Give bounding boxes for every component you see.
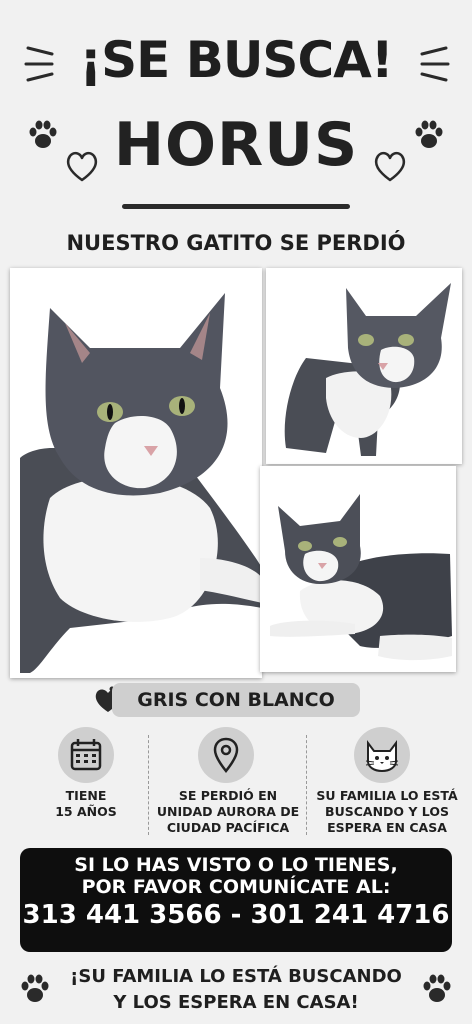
cat-name: HORUS: [113, 110, 359, 180]
cat-photo-lying: [260, 466, 456, 672]
info-age: TIENE 15 AÑOS: [26, 788, 146, 820]
contact-box: SI LO HAS VISTO O LO TIENES, POR FAVOR C…: [20, 848, 452, 952]
info-text: SE PERDIÓ EN: [178, 788, 278, 803]
divider: [148, 735, 149, 835]
info-icon-circle: [58, 727, 114, 783]
info-text: 15 AÑOS: [55, 804, 117, 819]
footer-message: ¡SU FAMILIA LO ESTÁ BUSCANDO Y LOS ESPER…: [40, 964, 432, 1016]
info-text: ESPERA EN CASA: [327, 820, 447, 835]
footer-line-1: ¡SU FAMILIA LO ESTÁ BUSCANDO: [70, 966, 402, 987]
name-underline: [122, 204, 350, 209]
info-icon-circle: [198, 727, 254, 783]
info-text: TIENE: [65, 788, 107, 803]
footer-line-2: Y LOS ESPERA EN CASA!: [113, 992, 359, 1013]
info-icon-circle: [354, 727, 410, 783]
location-pin-icon: [213, 737, 239, 774]
cat-photo-standing: [266, 268, 462, 464]
info-family: SU FAMILIA LO ESTÁ BUSCANDO Y LOS ESPERA…: [310, 788, 464, 836]
cat-face-icon: [365, 740, 399, 773]
info-text: BUSCANDO Y LOS: [325, 804, 449, 819]
color-badge: GRIS CON BLANCO: [112, 683, 360, 717]
contact-line-1: SI LO HAS VISTO O LO TIENES,: [74, 854, 398, 876]
info-text: CIUDAD PACÍFICA: [166, 820, 290, 835]
divider: [306, 735, 307, 835]
info-text: UNIDAD AURORA DE: [156, 804, 300, 819]
poster-subtitle: NUESTRO GATITO SE PERDIÓ: [66, 231, 406, 255]
poster-title: ¡SE BUSCA!: [79, 31, 393, 89]
cat-photo-large: [10, 268, 262, 678]
calendar-icon: [70, 739, 102, 771]
contact-phones: 313 441 3566 - 301 241 4716: [22, 900, 450, 930]
info-text: SU FAMILIA LO ESTÁ: [316, 788, 458, 803]
contact-line-2: POR FAVOR COMUNÍCATE AL:: [81, 876, 391, 898]
info-location: SE PERDIÓ EN UNIDAD AURORA DE CIUDAD PAC…: [154, 788, 302, 836]
